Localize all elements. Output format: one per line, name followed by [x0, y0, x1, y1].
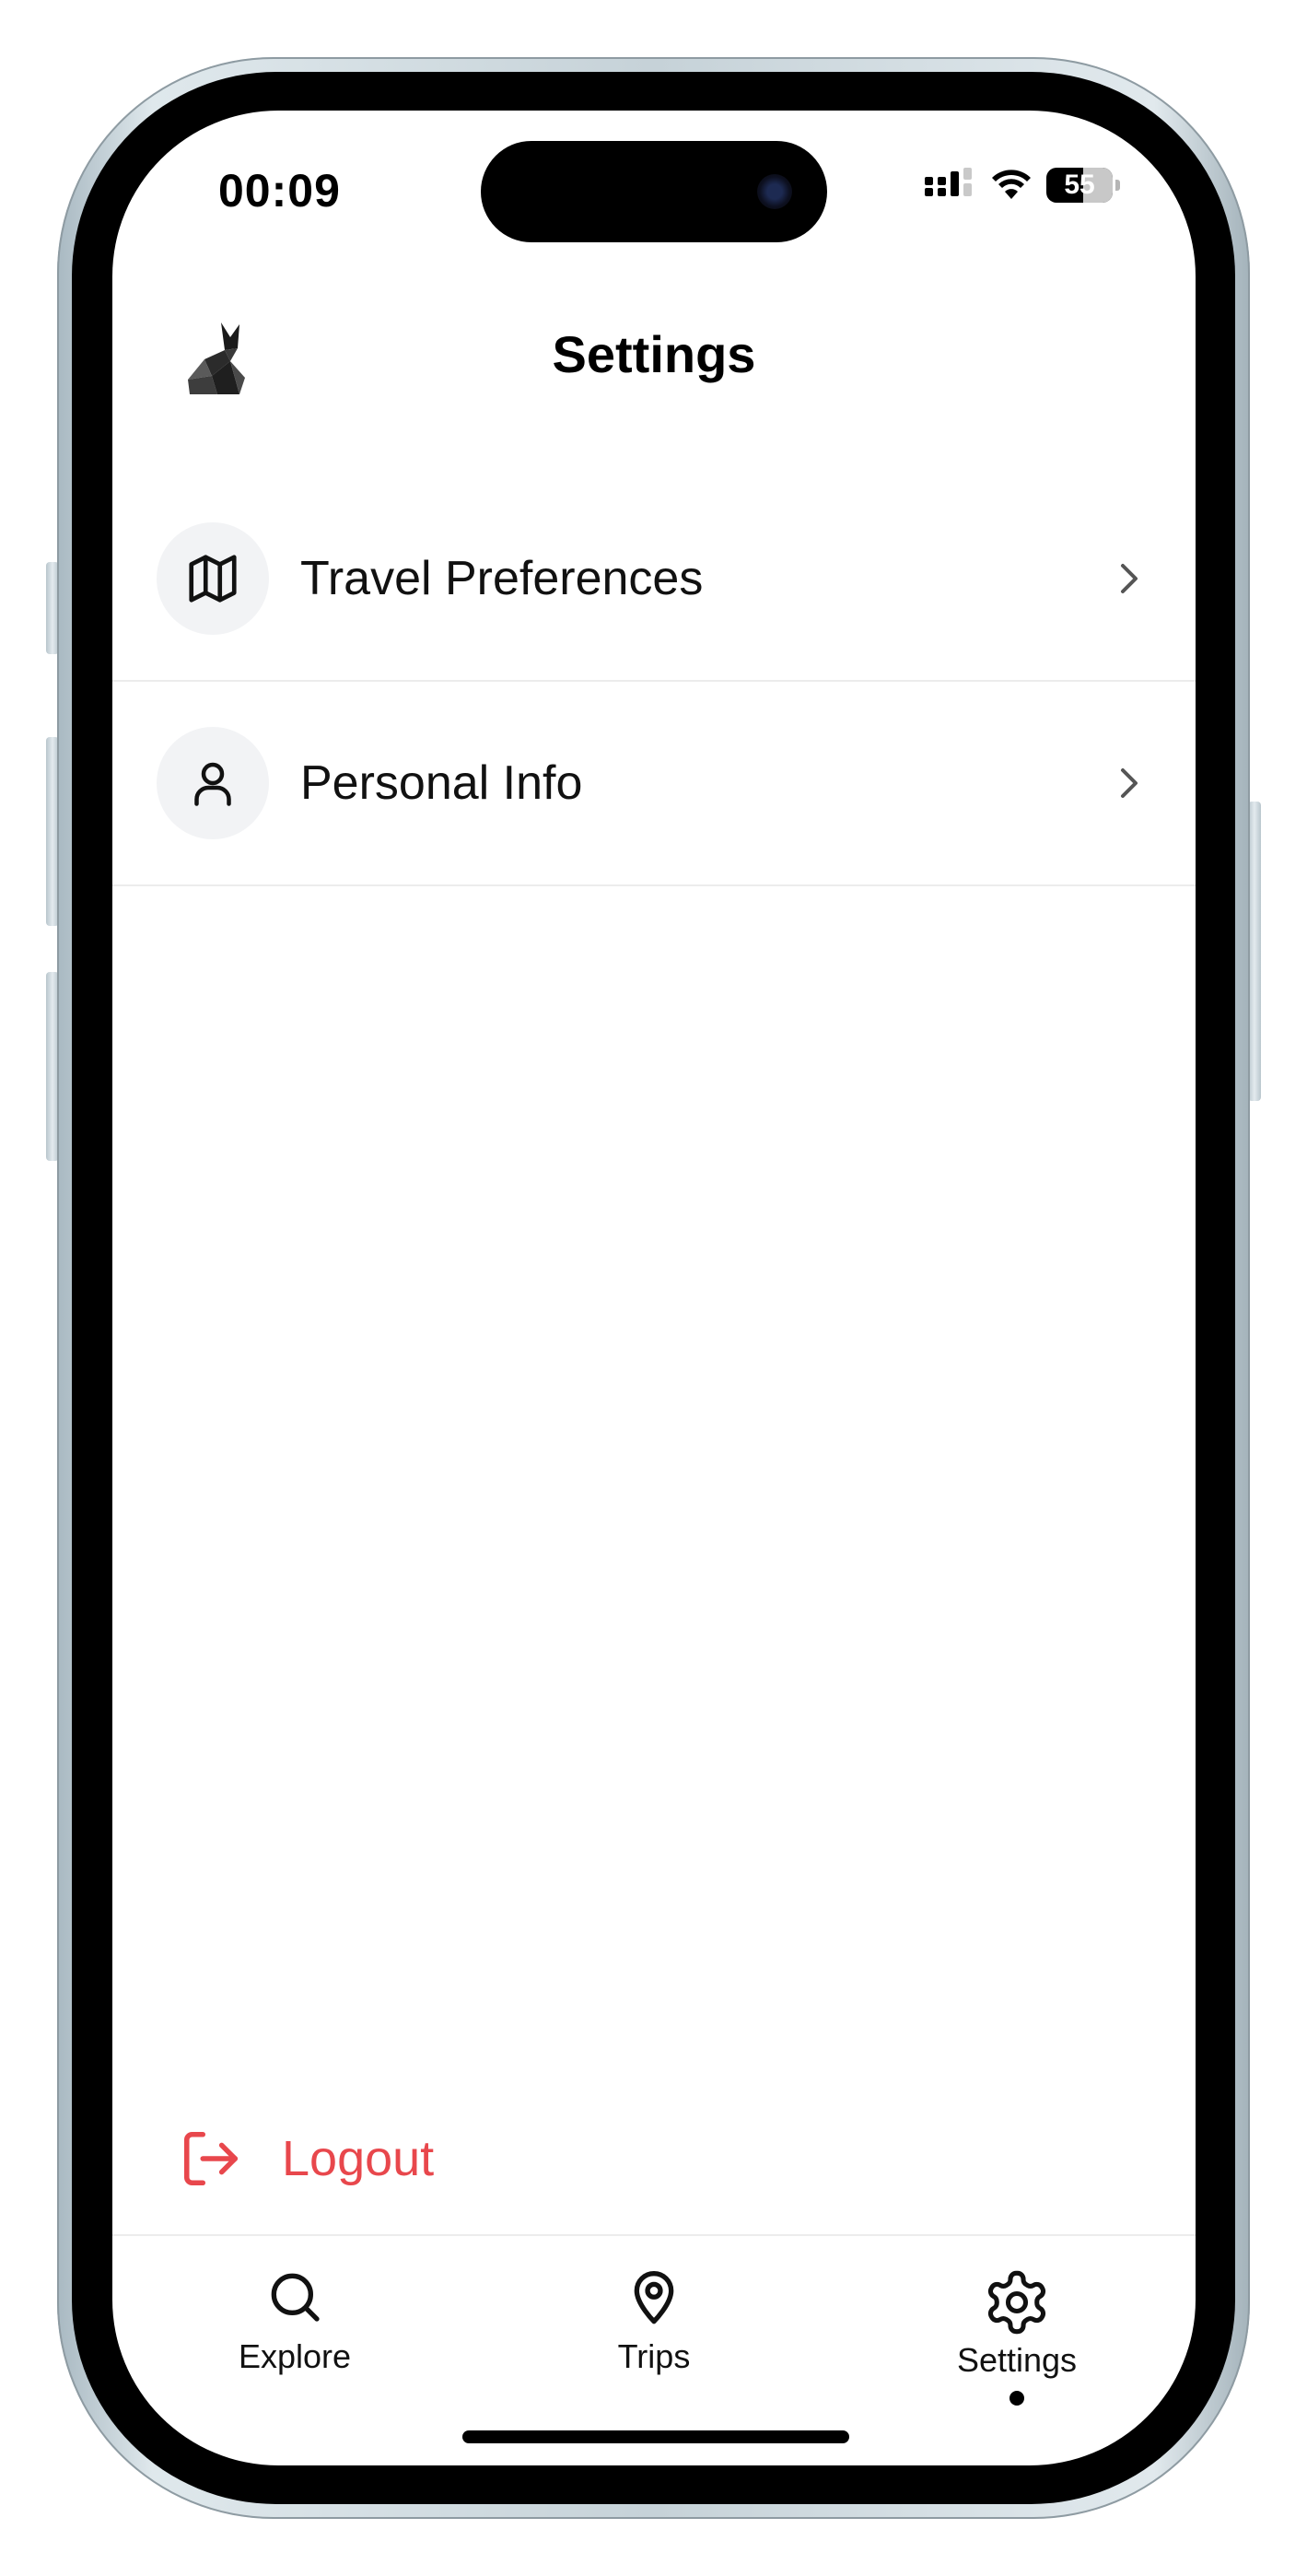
map-icon	[189, 555, 237, 603]
settings-item-label: Personal Info	[300, 756, 583, 810]
status-time: 00:09	[218, 165, 341, 217]
logout-label: Logout	[282, 2131, 435, 2186]
settings-list: Travel Preferences Personal Info	[112, 477, 1196, 886]
power-button	[1248, 802, 1261, 1101]
tab-trips[interactable]: Trips	[534, 2236, 774, 2411]
map-pin-icon	[634, 2271, 674, 2324]
chevron-right-icon	[1111, 765, 1148, 802]
item-icon-container	[157, 522, 269, 635]
camera-icon	[757, 174, 792, 209]
settings-item-travel-preferences[interactable]: Travel Preferences	[112, 477, 1196, 682]
chevron-right-icon	[1111, 560, 1148, 597]
device-mockup: 00:09 55 Settings Travel Preferences Per…	[0, 0, 1307, 2576]
user-icon	[194, 762, 231, 806]
app-screen: 00:09 55 Settings Travel Preferences Per…	[112, 111, 1196, 2465]
settings-item-label: Travel Preferences	[300, 552, 704, 605]
status-icons: 55	[925, 168, 1120, 203]
settings-item-personal-info[interactable]: Personal Info	[112, 682, 1196, 886]
tab-label: Settings	[956, 2341, 1078, 2379]
tab-label: Explore	[238, 2337, 352, 2375]
logout-icon	[183, 2131, 239, 2186]
gear-icon	[987, 2270, 1046, 2335]
cellular-signal-icon	[925, 168, 972, 196]
page-title: Settings	[552, 325, 756, 383]
search-icon	[271, 2273, 320, 2322]
battery-icon: 55	[1046, 168, 1120, 203]
wifi-icon	[992, 170, 1031, 199]
battery-level: 55	[1064, 170, 1095, 200]
tab-explore[interactable]: Explore	[175, 2236, 414, 2411]
tab-settings[interactable]: Settings	[897, 2236, 1137, 2411]
tab-label: Trips	[617, 2337, 691, 2375]
item-icon-container	[157, 727, 269, 839]
dynamic-island	[481, 141, 827, 242]
active-tab-indicator	[1009, 2391, 1024, 2406]
logout-button[interactable]: Logout	[179, 2126, 434, 2191]
home-indicator[interactable]	[462, 2430, 849, 2443]
